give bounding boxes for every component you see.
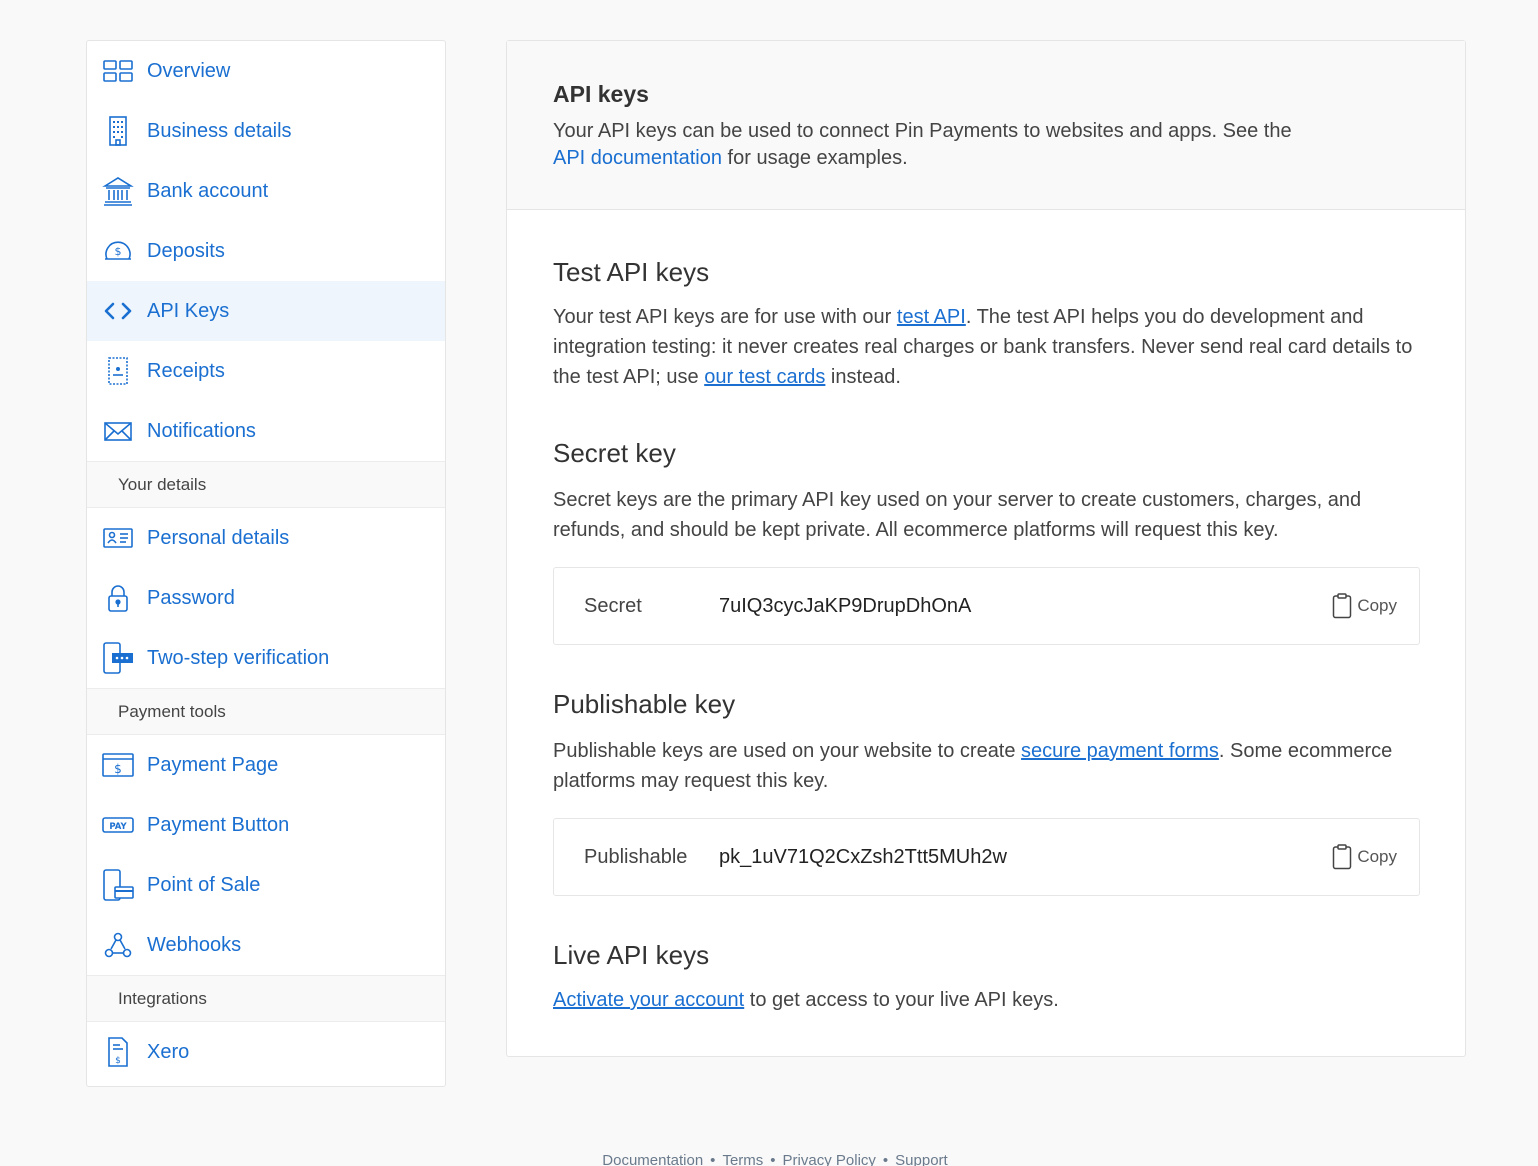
description-text: Your API keys can be used to connect Pin… xyxy=(553,120,1292,142)
live-text: to get access to your live API keys. xyxy=(744,989,1059,1011)
panel-content: Test API keys Your test API keys are for… xyxy=(507,257,1465,1015)
section-integrations: Integrations xyxy=(87,975,445,1022)
sidebar-item-two-step-verification[interactable]: Two-step verification xyxy=(87,628,445,688)
section-payment-tools: Payment tools xyxy=(87,688,445,735)
footer-link-documentation[interactable]: Documentation xyxy=(602,1152,703,1166)
publishable-key-label: Publishable xyxy=(584,845,688,868)
publishable-key-description: Publishable keys are used on your websit… xyxy=(553,736,1420,796)
secret-key-value[interactable]: 7uIQ3cycJaKP9DrupDhOnA xyxy=(719,595,1332,618)
lock-icon xyxy=(102,582,134,614)
clipboard-icon xyxy=(1333,593,1352,619)
section-your-details: Your details xyxy=(87,461,445,508)
envelope-icon xyxy=(102,415,134,447)
sidebar-item-label: Personal details xyxy=(147,526,290,549)
pay-button-icon: PAY xyxy=(102,809,134,841)
api-documentation-link[interactable]: API documentation xyxy=(553,147,722,169)
svg-text:$: $ xyxy=(114,762,122,776)
sidebar-item-xero[interactable]: $ Xero xyxy=(87,1022,445,1082)
grid-icon xyxy=(102,55,134,87)
footer-separator: • xyxy=(710,1152,716,1166)
settings-sidebar: Overview Business details Bank account $… xyxy=(86,40,446,1087)
secret-key-label: Secret xyxy=(584,594,642,617)
sidebar-item-overview[interactable]: Overview xyxy=(87,41,445,101)
test-api-keys-heading: Test API keys xyxy=(553,257,710,287)
sidebar-item-api-keys[interactable]: API Keys xyxy=(87,281,445,341)
sidebar-item-label: Business details xyxy=(147,119,292,142)
svg-text:PAY: PAY xyxy=(109,822,127,832)
live-api-description: Activate your account to get access to y… xyxy=(553,985,1420,1015)
sidebar-item-label: Payment Page xyxy=(147,753,279,776)
activate-account-link[interactable]: Activate your account xyxy=(553,989,744,1011)
footer-separator: • xyxy=(770,1152,776,1166)
footer-separator: • xyxy=(882,1152,889,1166)
sidebar-item-label: API Keys xyxy=(147,299,230,322)
sidebar-item-point-of-sale[interactable]: Point of Sale xyxy=(87,855,445,915)
invoice-icon: $ xyxy=(102,1036,134,1068)
clipboard-icon xyxy=(1333,844,1352,870)
money-icon: $ xyxy=(102,235,134,267)
sidebar-item-password[interactable]: Password xyxy=(87,568,445,628)
sidebar-item-label: Deposits xyxy=(147,239,225,262)
footer: Documentation • Terms • Privacy Policy • Suppo… xyxy=(0,1152,1538,1166)
sidebar-item-label: Password xyxy=(147,586,235,609)
phone-code-icon xyxy=(102,642,134,674)
svg-text:$: $ xyxy=(115,245,122,258)
publishable-key-box: Publishable pk_1uV71Q2CxZsh2Ttt5MUh2w Co… xyxy=(553,818,1420,896)
sidebar-item-deposits[interactable]: $ Deposits xyxy=(87,221,445,281)
copy-publishable-button[interactable]: Copy xyxy=(1332,844,1397,870)
sidebar-item-personal-details[interactable]: Personal details xyxy=(87,508,445,568)
description-text-end: for usage examples. xyxy=(722,147,908,169)
sidebar-item-label: Xero xyxy=(147,1040,190,1063)
sidebar-item-receipts[interactable]: Receipts xyxy=(87,341,445,401)
sidebar-item-label: Receipts xyxy=(147,359,225,382)
bank-icon xyxy=(102,175,134,207)
copy-label: Copy xyxy=(1357,847,1397,866)
secure-payment-forms-link[interactable]: secure payment forms xyxy=(1021,740,1219,762)
test-api-description: Your test API keys are for use with our … xyxy=(553,302,1420,392)
page-title: API keys xyxy=(553,81,649,107)
footer-link-privacy-policy[interactable]: Privacy Policy xyxy=(783,1152,876,1166)
code-icon xyxy=(102,295,134,327)
page-description: Your API keys can be used to connect Pin… xyxy=(553,118,1419,172)
footer-link-support[interactable]: Support xyxy=(895,1152,948,1166)
test-text-3: instead. xyxy=(825,366,901,388)
sidebar-item-label: Payment Button xyxy=(147,813,290,836)
secret-key-box: Secret 7uIQ3cycJaKP9DrupDhOnA Copy xyxy=(553,567,1420,645)
sidebar-item-label: Bank account xyxy=(147,179,269,202)
panel-header: API keys Your API keys can be used to co… xyxy=(507,41,1465,210)
sidebar-item-label: Notifications xyxy=(147,419,256,442)
copy-label: Copy xyxy=(1357,596,1397,615)
sidebar-item-label: Overview xyxy=(147,59,231,82)
footer-link-terms[interactable]: Terms xyxy=(722,1152,763,1166)
secret-key-description: Secret keys are the primary API key used… xyxy=(553,489,1362,541)
test-cards-link[interactable]: our test cards xyxy=(704,366,825,388)
publishable-key-value[interactable]: pk_1uV71Q2CxZsh2Ttt5MUh2w xyxy=(719,846,1332,869)
sidebar-item-webhooks[interactable]: Webhooks xyxy=(87,915,445,975)
svg-text:$: $ xyxy=(115,1056,121,1066)
api-keys-panel: API keys Your API keys can be used to co… xyxy=(506,40,1466,1057)
sidebar-item-payment-page[interactable]: $ Payment Page xyxy=(87,735,445,795)
payment-page-icon: $ xyxy=(102,749,134,781)
receipt-icon xyxy=(102,355,134,387)
webhook-icon xyxy=(102,929,134,961)
sidebar-item-bank-account[interactable]: Bank account xyxy=(87,161,445,221)
copy-secret-button[interactable]: Copy xyxy=(1332,593,1397,619)
id-card-icon xyxy=(102,522,134,554)
secret-key-heading: Secret key xyxy=(553,438,676,468)
building-icon xyxy=(102,115,134,147)
test-text-1: Your test API keys are for use with our xyxy=(553,306,897,328)
test-api-link[interactable]: test API xyxy=(897,306,966,328)
sidebar-item-payment-button[interactable]: PAY Payment Button xyxy=(87,795,445,855)
publishable-key-heading: Publishable key xyxy=(553,689,736,719)
sidebar-item-notifications[interactable]: Notifications xyxy=(87,401,445,461)
publishable-text-1: Publishable keys are used on your websit… xyxy=(553,740,1022,762)
sidebar-item-business-details[interactable]: Business details xyxy=(87,101,445,161)
sidebar-item-label: Two-step verification xyxy=(147,646,330,669)
live-api-keys-heading: Live API keys xyxy=(553,940,710,970)
pos-icon xyxy=(102,869,134,901)
sidebar-item-label: Webhooks xyxy=(147,933,242,956)
sidebar-item-label: Point of Sale xyxy=(147,873,261,896)
